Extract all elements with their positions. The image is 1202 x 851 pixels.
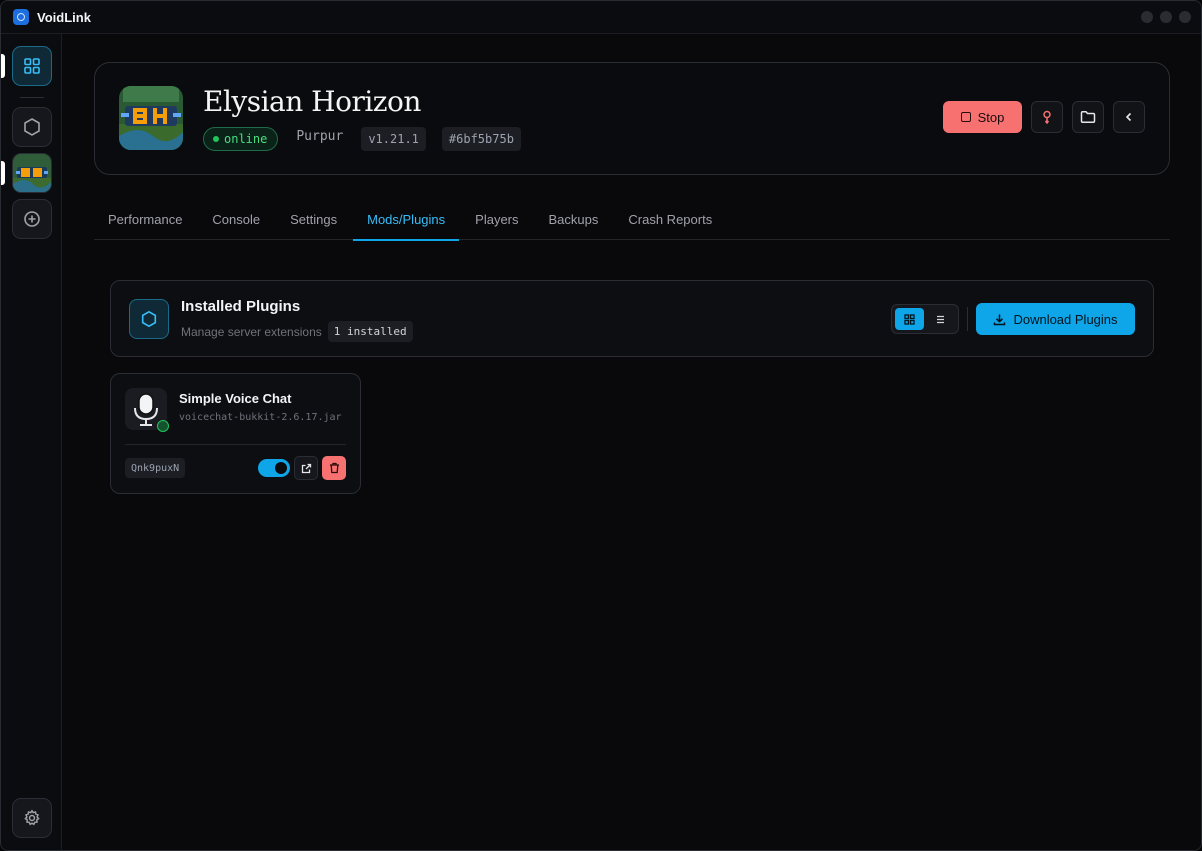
header-divider	[967, 307, 968, 331]
header-actions: Stop	[943, 101, 1145, 133]
title-bar: VoidLink	[1, 1, 1201, 34]
dashboard-button[interactable]	[12, 46, 52, 86]
server-header-card: Elysian Horizon online Purpur v1.21.1 #6…	[94, 62, 1170, 175]
server-name: Elysian Horizon	[203, 85, 421, 118]
trash-icon	[329, 462, 340, 474]
plugin-enable-toggle[interactable]	[258, 459, 290, 477]
plugins-subtitle: Manage server extensions	[181, 325, 322, 339]
back-button[interactable]	[1113, 101, 1145, 133]
plus-circle-icon	[23, 210, 41, 228]
add-server-button[interactable]	[12, 199, 52, 239]
download-plugins-button[interactable]: Download Plugins	[976, 303, 1135, 335]
server-logo-icon	[119, 86, 183, 150]
status-dot-icon	[213, 136, 219, 142]
servers-button[interactable]	[12, 107, 52, 147]
gear-icon	[23, 809, 41, 827]
tab-backups[interactable]: Backups	[535, 198, 613, 240]
grid-icon	[904, 314, 915, 325]
list-view-button[interactable]	[927, 308, 956, 330]
pin-button[interactable]	[1031, 101, 1063, 133]
left-rail	[1, 34, 62, 851]
plugin-card: Simple Voice Chat voicechat-bukkit-2.6.1…	[110, 373, 361, 494]
maximize-button[interactable]	[1160, 11, 1172, 23]
rail-divider	[20, 97, 44, 98]
server-tabs: Performance Console Settings Mods/Plugin…	[94, 198, 1170, 240]
stop-icon	[961, 112, 971, 122]
plugin-name: Simple Voice Chat	[179, 391, 291, 406]
map-pin-icon	[1040, 110, 1054, 124]
plugin-enabled-badge-icon	[157, 420, 169, 432]
status-text: online	[224, 132, 267, 146]
tab-crash-reports[interactable]: Crash Reports	[614, 198, 726, 240]
tab-mods-plugins[interactable]: Mods/Plugins	[353, 198, 459, 240]
server-type: Purpur	[296, 129, 343, 144]
download-icon	[993, 313, 1006, 326]
app-window: VoidLink	[0, 0, 1202, 851]
plugin-id-badge: Qnk9puxN	[125, 458, 185, 478]
main-content: Elysian Horizon online Purpur v1.21.1 #6…	[63, 35, 1201, 850]
folder-icon	[1080, 110, 1096, 124]
server-id: #6bf5b75b	[442, 127, 521, 151]
external-link-icon	[301, 463, 312, 474]
server-version: v1.21.1	[361, 127, 426, 151]
minimize-button[interactable]	[1141, 11, 1153, 23]
plugins-count-badge: 1 installed	[328, 321, 413, 342]
tab-performance[interactable]: Performance	[94, 198, 196, 240]
stop-label: Stop	[978, 110, 1005, 125]
app-title: VoidLink	[37, 10, 91, 25]
installed-plugins-header: Installed Plugins Manage server extensio…	[110, 280, 1154, 357]
hexagon-icon	[22, 117, 42, 137]
tab-settings[interactable]: Settings	[276, 198, 351, 240]
download-plugins-label: Download Plugins	[1013, 312, 1117, 327]
delete-plugin-button[interactable]	[322, 456, 346, 480]
open-folder-button[interactable]	[1072, 101, 1104, 133]
server-meta-row: online Purpur v1.21.1 #6bf5b75b	[203, 127, 521, 151]
plugin-filename: voicechat-bukkit-2.6.17.jar	[179, 412, 342, 423]
installed-plugins-title: Installed Plugins	[181, 298, 300, 315]
plugin-card-divider	[125, 444, 346, 445]
app-logo-icon	[13, 9, 29, 25]
stop-button[interactable]: Stop	[943, 101, 1022, 133]
rail-active-indicator	[1, 54, 5, 78]
tab-players[interactable]: Players	[461, 198, 532, 240]
open-plugin-page-button[interactable]	[294, 456, 318, 480]
grid-view-button[interactable]	[895, 308, 924, 330]
server-elysian-horizon-button[interactable]	[12, 153, 52, 193]
close-button[interactable]	[1179, 11, 1191, 23]
status-badge: online	[203, 127, 278, 151]
list-icon	[935, 314, 946, 325]
tab-console[interactable]: Console	[198, 198, 274, 240]
toggle-knob	[275, 462, 287, 474]
view-mode-toggle	[891, 304, 959, 334]
server-thumbnail-icon	[13, 154, 51, 192]
grid-icon	[23, 57, 41, 75]
window-controls	[1141, 11, 1191, 23]
plugins-subtitle-row: Manage server extensions 1 installed	[181, 321, 413, 342]
plugin-hexagon-icon	[129, 299, 169, 339]
rail-server-indicator	[1, 161, 5, 185]
settings-button[interactable]	[12, 798, 52, 838]
chevron-left-icon	[1123, 111, 1135, 123]
